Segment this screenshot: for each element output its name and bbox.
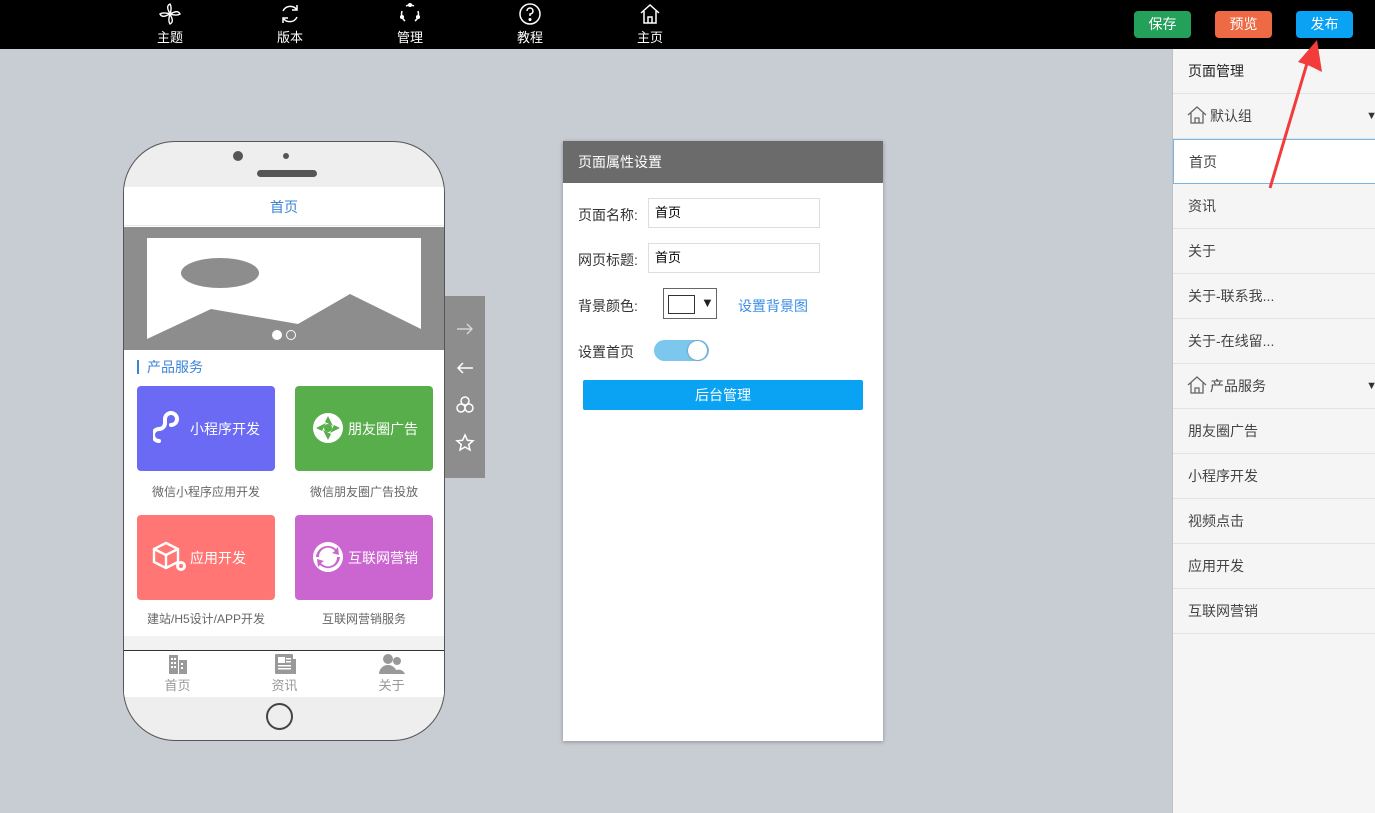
layers-icon: [456, 396, 474, 413]
nav-manage-label: 管理: [396, 30, 423, 45]
banner-slider[interactable]: [124, 227, 444, 350]
page-item-marketing[interactable]: 互联网营销: [1173, 589, 1375, 634]
arrow-left-icon: [456, 362, 473, 374]
nav-manage[interactable]: 管理: [380, 2, 440, 48]
set-homepage-label: 设置首页: [578, 344, 634, 360]
nav-version[interactable]: 版本: [260, 2, 320, 48]
nav-theme[interactable]: 主题: [140, 2, 200, 48]
cube-gear-icon: [152, 541, 186, 571]
nav-home-label: 主页: [636, 30, 663, 45]
move-right-button[interactable]: [445, 310, 485, 348]
page-title-input[interactable]: 首页: [648, 243, 820, 273]
page-item-miniprogram[interactable]: 小程序开发: [1173, 454, 1375, 499]
page-item-moments-ad[interactable]: 朋友圈广告: [1173, 409, 1375, 454]
page-item-about[interactable]: 关于: [1173, 229, 1375, 274]
move-left-button[interactable]: [445, 349, 485, 387]
nav-version-label: 版本: [276, 30, 303, 45]
save-button[interactable]: 保存: [1134, 11, 1191, 38]
card-app-caption: 建站/H5设计/APP开发: [146, 612, 266, 626]
dropdown-caret-icon: ▼: [701, 295, 714, 310]
nav-theme-label: 主题: [156, 30, 183, 45]
card-app-dev[interactable]: 应用开发: [137, 515, 275, 600]
nav-home[interactable]: 主页: [620, 2, 680, 48]
color-swatch: [668, 295, 695, 314]
image-placeholder-icon: [147, 238, 421, 339]
page-item-about-message[interactable]: 关于-在线留...: [1173, 319, 1375, 364]
card-marketing[interactable]: 互联网营销: [295, 515, 433, 600]
tab-about[interactable]: 关于: [338, 651, 444, 694]
group-caret-icon: ▼: [1366, 380, 1375, 392]
star-icon: [455, 433, 475, 452]
components-button[interactable]: [445, 386, 485, 424]
tab-home[interactable]: 首页: [124, 651, 231, 694]
pinwheel-icon: [159, 3, 181, 25]
tab-about-label: 关于: [378, 678, 405, 693]
phone-page-title[interactable]: 首页: [124, 187, 444, 226]
phone-home-button: [266, 703, 293, 730]
home-outline-icon: [1187, 376, 1207, 394]
tab-home-label: 首页: [164, 678, 191, 693]
miniprogram-icon: [153, 411, 179, 443]
slider-dot-active[interactable]: [272, 330, 282, 340]
toggle-knob: [688, 341, 707, 360]
home-icon: [640, 3, 660, 24]
annotation-arrow-icon: [1268, 40, 1322, 189]
card-moments-ad[interactable]: 朋友圈广告: [295, 386, 433, 471]
preview-side-toolbar: [445, 296, 485, 478]
bg-color-label: 背景颜色:: [578, 298, 638, 314]
card-marketing-caption: 互联网营销服务: [321, 612, 406, 626]
page-item-news[interactable]: 资讯: [1173, 184, 1375, 229]
publish-button[interactable]: 发布: [1296, 11, 1353, 38]
home-outline-icon: [1187, 106, 1207, 124]
tab-news-label: 资讯: [271, 678, 298, 693]
phone-preview: 首页 产品服务 小程序开发 微信小程序应用开发 朋友圈广告 微信朋友圈广告投放 …: [123, 141, 445, 741]
card-marketing-label: 互联网营销: [348, 550, 418, 566]
refresh-icon: [282, 5, 298, 23]
page-title-label: 网页标题:: [578, 252, 638, 268]
card-app-label: 应用开发: [190, 550, 246, 566]
nav-tutorial-label: 教程: [516, 30, 543, 45]
page-properties-panel: 页面属性设置 页面名称: 首页 网页标题: 首页 背景颜色: ▼ 设置背景图 设…: [563, 141, 883, 741]
card-miniprogram[interactable]: 小程序开发: [137, 386, 275, 471]
phone-tabbar: 首页 资讯 关于: [124, 650, 444, 697]
content-gap: [124, 636, 444, 650]
page-name-label: 页面名称:: [578, 207, 638, 223]
phone-sensor: [283, 153, 289, 159]
favorites-button[interactable]: [445, 424, 485, 462]
page-group-products[interactable]: 产品服务 ▼: [1173, 364, 1375, 409]
group-caret-icon: ▼: [1366, 110, 1375, 122]
arrow-right-icon: [457, 323, 473, 335]
card-moments-caption: 微信朋友圈广告投放: [309, 485, 418, 499]
phone-screen: 首页 产品服务 小程序开发 微信小程序应用开发 朋友圈广告 微信朋友圈广告投放 …: [124, 187, 444, 697]
top-toolbar: 主题 版本 管理 教程 主页 保存 预览 发布: [0, 0, 1375, 49]
dotted-circle-icon: [399, 2, 421, 22]
set-bg-image-link[interactable]: 设置背景图: [738, 296, 808, 316]
page-group-default-label: 默认组: [1210, 108, 1252, 124]
page-item-about-contact[interactable]: 关于-联系我...: [1173, 274, 1375, 319]
users-icon: [378, 654, 405, 674]
page-properties-title: 页面属性设置: [563, 141, 883, 183]
bg-color-picker[interactable]: ▼: [663, 288, 717, 319]
building-icon: [168, 655, 187, 674]
backend-admin-button[interactable]: 后台管理: [583, 380, 863, 410]
page-name-input[interactable]: 首页: [648, 198, 820, 228]
section-title: 产品服务: [137, 360, 203, 374]
card-moments-label: 朋友圈广告: [348, 421, 418, 437]
phone-speaker: [257, 170, 317, 177]
cycle-arrows-icon: [313, 542, 343, 572]
slider-dot[interactable]: [286, 330, 296, 340]
phone-camera: [233, 151, 243, 161]
page-item-app-dev[interactable]: 应用开发: [1173, 544, 1375, 589]
nav-tutorial[interactable]: 教程: [500, 2, 560, 48]
preview-button[interactable]: 预览: [1215, 11, 1272, 38]
newspaper-icon: [274, 654, 296, 674]
page-item-video-click[interactable]: 视频点击: [1173, 499, 1375, 544]
help-icon: [519, 3, 541, 25]
aperture-icon: [313, 413, 343, 443]
tab-news[interactable]: 资讯: [231, 651, 338, 694]
card-miniprogram-caption: 微信小程序应用开发: [151, 485, 260, 499]
set-homepage-toggle[interactable]: [654, 340, 709, 361]
page-group-products-label: 产品服务: [1210, 378, 1266, 394]
card-miniprogram-label: 小程序开发: [190, 421, 260, 437]
